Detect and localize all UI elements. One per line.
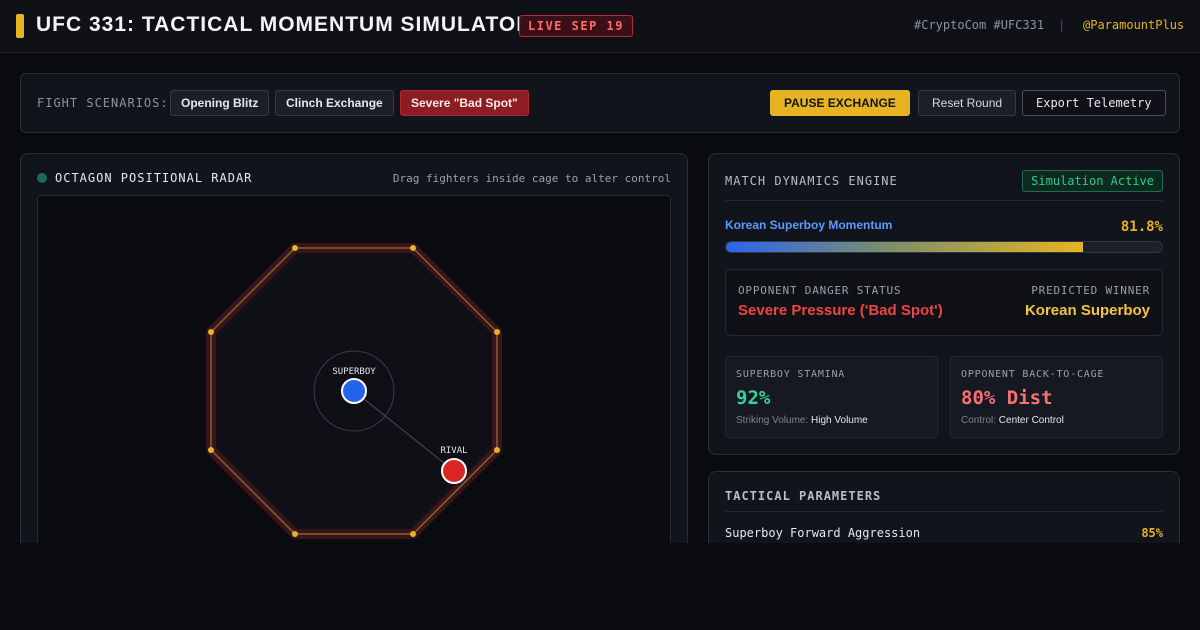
momentum-progress-fill	[726, 242, 1083, 252]
stat-title: SUPERBOY STAMINA	[736, 369, 846, 380]
momentum-label: Korean Superboy Momentum	[725, 218, 893, 232]
stat-sub-value: Center Control	[998, 415, 1064, 426]
scenario-toolbar: FIGHT SCENARIOS: Opening Blitz Clinch Ex…	[20, 73, 1180, 133]
stat-subtext: Control: Center Control	[961, 415, 1064, 426]
stat-sub-value: High Volume	[811, 415, 868, 426]
cage-post-icon	[410, 245, 416, 251]
fighter-marker-superboy[interactable]	[341, 378, 367, 404]
export-telemetry-button[interactable]: Export Telemetry	[1022, 90, 1166, 116]
tactical-title: TACTICAL PARAMETERS	[725, 489, 882, 503]
cage-post-icon	[208, 329, 214, 335]
param-value: 85%	[1141, 526, 1163, 540]
stat-title: OPPONENT BACK-TO-CAGE	[961, 369, 1105, 380]
radar-hint: Drag fighters inside cage to alter contr…	[392, 172, 671, 185]
fighter-label-rival: RIVAL	[440, 446, 467, 456]
stamina-stat-card: SUPERBOY STAMINA 92% Striking Volume: Hi…	[725, 356, 938, 438]
status-dot-icon	[37, 173, 47, 183]
hashtags: #CryptoCom #UFC331	[914, 18, 1045, 32]
cage-post-icon	[292, 245, 298, 251]
octagon-cage-area[interactable]: SUPERBOY RIVAL	[37, 195, 671, 572]
stat-subtext: Striking Volume: High Volume	[736, 415, 868, 426]
scenario-opening-blitz-button[interactable]: Opening Blitz	[170, 90, 270, 116]
divider	[725, 511, 1163, 512]
header-separator: |	[1060, 17, 1064, 32]
cage-post-icon	[494, 329, 500, 335]
reset-round-button[interactable]: Reset Round	[918, 90, 1017, 116]
scenario-bad-spot-button[interactable]: Severe "Bad Spot"	[400, 90, 529, 116]
stat-sub-label: Striking Volume:	[736, 415, 809, 426]
fighter-label-superboy: SUPERBOY	[332, 367, 376, 377]
scenario-clinch-exchange-button[interactable]: Clinch Exchange	[275, 90, 394, 116]
page-title: UFC 331: TACTICAL MOMENTUM SIMULATOR	[36, 13, 533, 36]
viewport-bottom	[0, 543, 1200, 630]
danger-status-value: Severe Pressure ('Bad Spot')	[738, 302, 943, 319]
dynamics-title: MATCH DYNAMICS ENGINE	[725, 174, 898, 188]
social-handle-link[interactable]: @ParamountPlus	[1083, 18, 1184, 32]
momentum-progress-bar	[725, 241, 1163, 253]
brand-accent-bar	[16, 14, 24, 38]
stat-value: 80% Dist	[961, 387, 1053, 409]
match-dynamics-panel: MATCH DYNAMICS ENGINE Simulation Active …	[708, 153, 1180, 455]
param-label: Superboy Forward Aggression	[725, 526, 921, 540]
cage-post-icon	[292, 531, 298, 537]
cage-post-icon	[208, 447, 214, 453]
danger-status-label: OPPONENT DANGER STATUS	[738, 284, 902, 297]
momentum-value: 81.8%	[1120, 219, 1163, 235]
top-bar: UFC 331: TACTICAL MOMENTUM SIMULATOR LIV…	[0, 0, 1200, 53]
octagon-radar-panel: OCTAGON POSITIONAL RADAR Drag fighters i…	[20, 153, 688, 573]
back-to-cage-stat-card: OPPONENT BACK-TO-CAGE 80% Dist Control: …	[950, 356, 1163, 438]
pause-exchange-button[interactable]: PAUSE EXCHANGE	[770, 90, 910, 116]
stat-value: 92%	[736, 387, 771, 409]
stat-sub-label: Control:	[961, 415, 997, 426]
predicted-winner-value: Korean Superboy	[1024, 302, 1150, 319]
simulation-status-badge: Simulation Active	[1022, 170, 1163, 192]
cage-post-icon	[410, 531, 416, 537]
scenario-label: FIGHT SCENARIOS:	[37, 96, 169, 110]
fighter-marker-rival[interactable]	[441, 458, 467, 484]
cage-post-icon	[494, 447, 500, 453]
octagon-svg: SUPERBOY RIVAL	[206, 243, 502, 539]
live-badge: LIVE SEP 19	[519, 15, 633, 37]
radar-title: OCTAGON POSITIONAL RADAR	[55, 171, 253, 185]
divider	[725, 200, 1163, 201]
danger-status-card: OPPONENT DANGER STATUS PREDICTED WINNER …	[725, 269, 1163, 336]
predicted-winner-label: PREDICTED WINNER	[1031, 284, 1150, 297]
